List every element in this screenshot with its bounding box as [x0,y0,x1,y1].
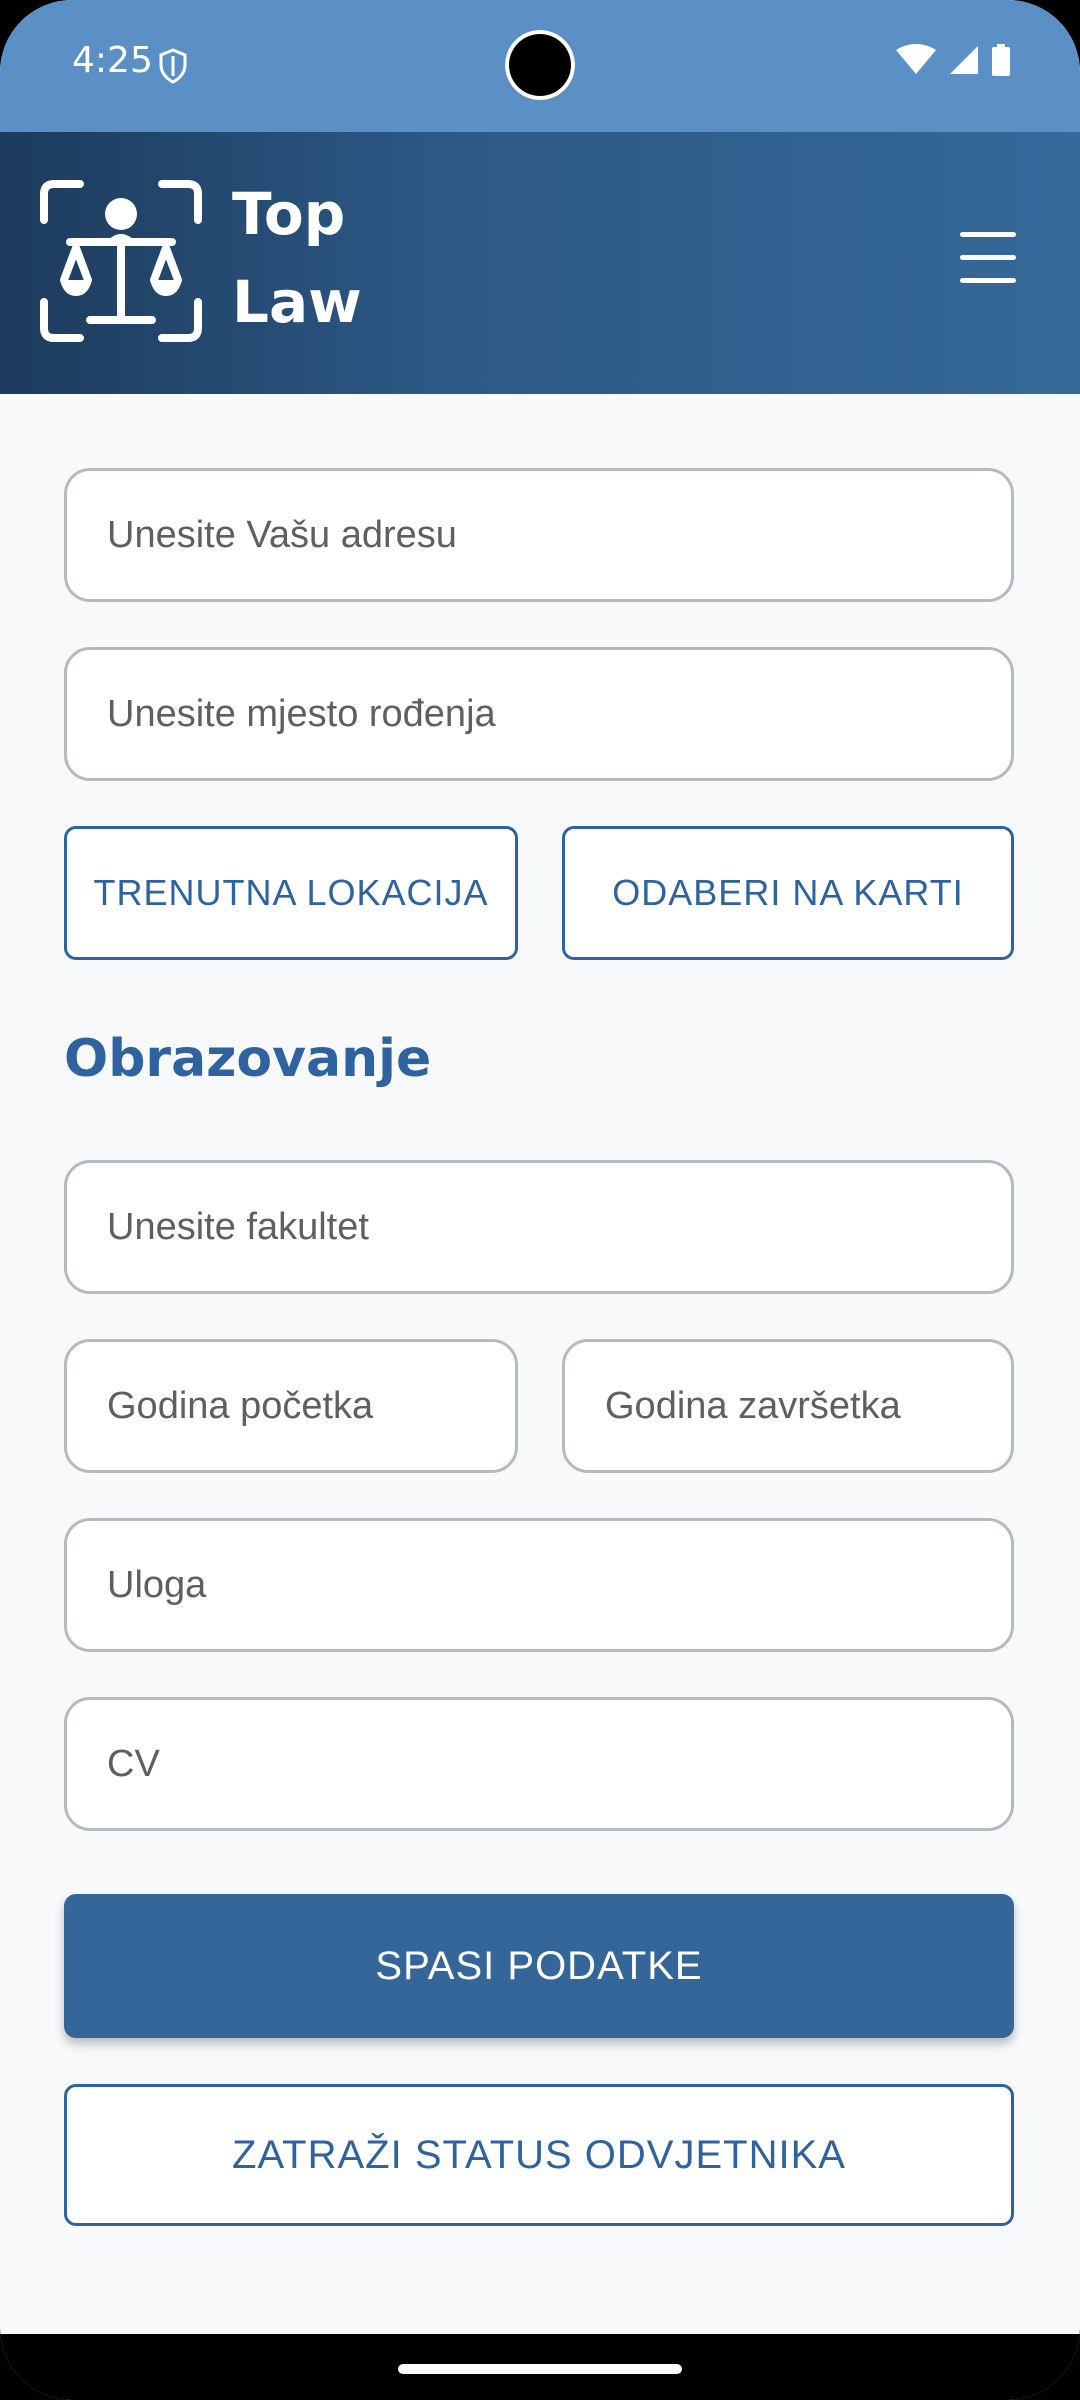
faculty-input[interactable]: Unesite fakultet [64,1160,1014,1294]
address-placeholder: Unesite Vašu adresu [107,513,457,556]
signal-icon [948,44,980,80]
education-section-title: Obrazovanje [64,1029,432,1089]
wifi-icon [896,44,936,80]
cv-placeholder: CV [107,1742,160,1785]
save-data-label: SPASI PODATKE [375,1943,703,1988]
app-title-line2: Law [232,268,362,336]
shield-icon [158,48,188,88]
home-indicator[interactable] [398,2364,682,2374]
camera-cutout [505,30,575,100]
current-location-button[interactable]: TRENUTNA LOKACIJA [64,826,518,960]
end-year-input[interactable]: Godina završetka [562,1339,1014,1473]
app-screen: 4:25 Top Law Unesite Vašu adresu Unesite… [0,0,1080,2400]
pick-on-map-button[interactable]: ODABERI NA KARTI [562,826,1014,960]
hamburger-menu-icon[interactable] [960,232,1016,292]
role-placeholder: Uloga [107,1563,207,1606]
role-input[interactable]: Uloga [64,1518,1014,1652]
request-lawyer-status-label: ZATRAŽI STATUS ODVJETNIKA [232,2132,846,2177]
status-time: 4:25 [72,40,153,81]
battery-icon [992,44,1010,80]
birthplace-input[interactable]: Unesite mjesto rođenja [64,647,1014,781]
start-year-placeholder: Godina početka [107,1384,374,1427]
scales-of-justice-icon [40,180,202,346]
start-year-input[interactable]: Godina početka [64,1339,518,1473]
form-content: Unesite Vašu adresu Unesite mjesto rođen… [0,394,1080,2334]
app-title-line1: Top [232,180,346,248]
app-bar: Top Law [0,132,1080,394]
app-title: Top Law [232,170,362,346]
status-icons [896,44,1010,80]
end-year-placeholder: Godina završetka [605,1384,901,1427]
birthplace-placeholder: Unesite mjesto rođenja [107,692,496,735]
address-input[interactable]: Unesite Vašu adresu [64,468,1014,602]
save-data-button[interactable]: SPASI PODATKE [64,1894,1014,2038]
status-bar: 4:25 [0,0,1080,132]
pick-on-map-label: ODABERI NA KARTI [612,872,964,913]
cv-input[interactable]: CV [64,1697,1014,1831]
current-location-label: TRENUTNA LOKACIJA [93,872,489,913]
faculty-placeholder: Unesite fakultet [107,1205,369,1248]
request-lawyer-status-button[interactable]: ZATRAŽI STATUS ODVJETNIKA [64,2084,1014,2226]
